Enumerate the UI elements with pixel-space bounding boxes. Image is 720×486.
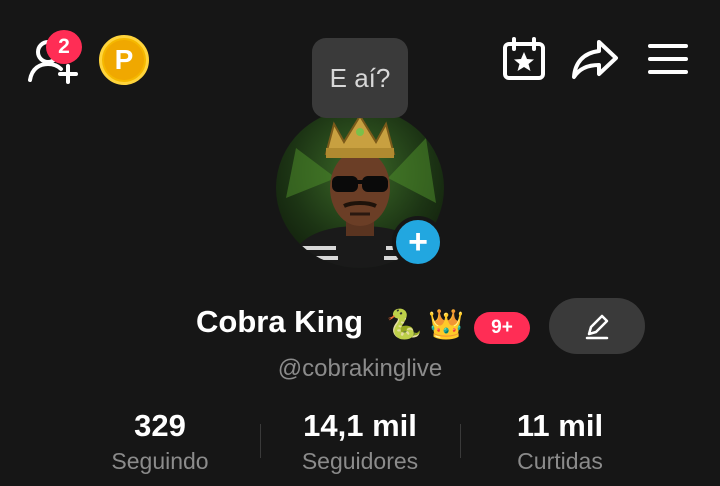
add-friend-button[interactable]: 2 xyxy=(24,30,84,86)
stat-divider xyxy=(260,424,261,458)
menu-icon xyxy=(648,44,688,74)
snake-emoji: 🐍 xyxy=(386,309,423,341)
edit-profile-button[interactable] xyxy=(549,298,645,354)
stat-followers[interactable]: 14,1 mil Seguidores xyxy=(280,408,440,475)
calendar-star-icon xyxy=(503,37,545,80)
following-count: 329 xyxy=(134,408,186,443)
likes-count: 11 mil xyxy=(516,408,604,443)
following-label: Seguindo xyxy=(111,448,209,474)
stat-likes[interactable]: 11 mil Curtidas xyxy=(490,408,630,475)
plus-icon: + xyxy=(408,223,428,261)
likes-label: Curtidas xyxy=(517,448,603,474)
display-name: Cobra King xyxy=(196,304,364,339)
coin-icon: P xyxy=(104,40,144,80)
followers-count: 14,1 mil xyxy=(303,408,417,443)
followers-label: Seguidores xyxy=(301,448,419,474)
status-bubble[interactable]: E aí? xyxy=(312,38,408,118)
pencil-icon xyxy=(585,314,609,340)
notification-badge: 2 xyxy=(46,30,82,64)
share-icon xyxy=(572,40,618,79)
share-button[interactable] xyxy=(570,36,620,82)
username: @cobrakinglive xyxy=(277,355,443,382)
coins-button[interactable]: P xyxy=(99,35,149,85)
crown-emoji: 👑 xyxy=(428,309,465,341)
events-button[interactable] xyxy=(499,36,549,82)
stat-divider xyxy=(460,424,461,458)
menu-button[interactable] xyxy=(643,36,693,82)
add-photo-button[interactable]: + xyxy=(392,216,444,268)
stat-following[interactable]: 329 Seguindo xyxy=(90,408,230,475)
badge-count[interactable]: 9+ xyxy=(474,312,530,344)
